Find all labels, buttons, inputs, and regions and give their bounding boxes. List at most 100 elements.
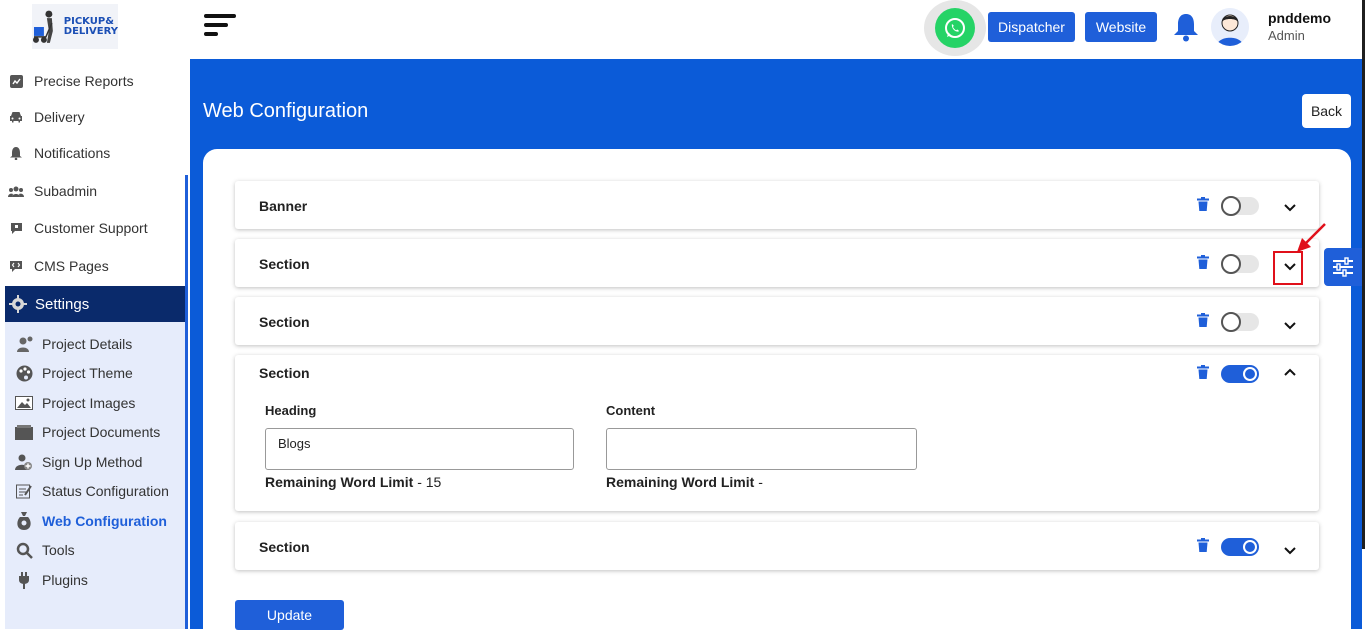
notification-bell-icon[interactable] [1173,12,1199,47]
tools-icon [15,541,33,559]
users-icon [8,183,24,199]
car-icon [8,109,24,125]
accordion-title: Section [259,314,310,330]
sidebar-item-notifications[interactable]: Notifications [0,138,185,168]
sidebar-item-label: Tools [42,542,75,558]
sidebar-item-label: Settings [35,295,90,313]
content-word-limit: Remaining Word Limit - [606,474,763,490]
accordion-banner[interactable]: Banner [235,181,1319,229]
accordion-title: Section [259,365,310,381]
update-button[interactable]: Update [235,600,344,630]
sidebar-item-label: Customer Support [34,220,148,236]
delivery-man-icon [32,10,53,43]
accordion-section-3[interactable]: Section Heading Blogs Remaining Word Lim… [235,355,1319,511]
sidebar-item-project-images[interactable]: Project Images [15,390,135,416]
gear-icon [9,295,27,313]
heading-label: Heading [265,403,317,418]
content-label: Content [606,403,656,418]
user-plus-icon [15,453,33,471]
sidebar-item-status-configuration[interactable]: Status Configuration [15,478,169,504]
chevron-down-icon[interactable] [1283,200,1297,218]
image-icon [15,394,33,412]
chevron-down-icon[interactable] [1283,543,1297,561]
sidebar-item-label: Delivery [34,109,85,125]
status-icon [15,482,33,500]
code-icon [8,258,24,274]
sidebar-item-label: Status Configuration [42,483,169,499]
accordion-section-1[interactable]: Section [235,239,1319,287]
sidebar-item-settings[interactable]: Settings [5,286,1066,322]
sidebar-item-label: Project Images [42,395,136,411]
enable-toggle[interactable] [1221,312,1259,332]
whatsapp-button[interactable] [924,0,986,56]
sidebar-item-web-configuration[interactable]: Web Configuration [15,508,167,534]
sidebar-item-precise-reports[interactable]: Precise Reports [0,66,185,96]
sidebar-item-label: Notifications [34,145,111,161]
sidebar-item-project-theme[interactable]: Project Theme [15,360,133,386]
sidebar-item-subadmin[interactable]: Subadmin [0,176,185,206]
dispatcher-button[interactable]: Dispatcher [988,12,1075,42]
chevron-down-icon[interactable] [1283,318,1297,336]
enable-toggle[interactable] [1221,254,1259,274]
accordion-section-4[interactable]: Section [235,522,1319,570]
page-title: Web Configuration [203,100,369,122]
topbar: Dispatcher Website pnddemo Admin [190,0,1365,59]
sidebar-item-label: Precise Reports [34,73,134,89]
accordion-title: Banner [259,198,308,214]
floating-settings-button[interactable] [1324,248,1362,286]
bell-icon [8,145,24,161]
logo-line1: PICKUP& [63,15,114,27]
accordion-title: Section [259,256,310,272]
sidebar-item-label: Project Theme [42,365,133,381]
heading-word-limit: Remaining Word Limit - 15 [265,474,441,490]
palette-icon [15,364,33,382]
enable-toggle[interactable] [1221,365,1259,383]
limit-value: - [754,474,763,490]
trash-icon[interactable] [1197,365,1209,384]
sidebar-item-sign-up-method[interactable]: Sign Up Method [15,449,142,475]
chat-icon [8,220,24,236]
user-gear-icon [15,335,33,353]
trash-icon[interactable] [1197,197,1209,216]
web-config-icon [15,512,33,530]
limit-label: Remaining Word Limit [265,474,414,490]
website-button[interactable]: Website [1085,12,1157,42]
chevron-up-icon[interactable] [1283,364,1297,382]
limit-label: Remaining Word Limit [606,474,755,490]
documents-icon [15,423,33,441]
back-button[interactable]: Back [1302,94,1351,128]
sidebar-item-project-documents[interactable]: Project Documents [15,419,160,445]
sidebar-item-cms-pages[interactable]: CMS Pages [0,251,185,281]
sidebar-item-label: Project Details [42,336,133,352]
sidebar-item-customer-support[interactable]: Customer Support [0,213,185,243]
brand-logo[interactable]: PICKUP& DELIVERY [32,4,118,49]
whatsapp-icon [945,18,965,38]
avatar[interactable] [1211,8,1249,46]
logo-line2: DELIVERY [63,25,118,37]
settings-submenu: Project Details Project Theme Project Im… [5,322,185,629]
trash-icon[interactable] [1197,538,1209,557]
accordion-section-2[interactable]: Section [235,297,1319,345]
sidebar-item-project-details[interactable]: Project Details [15,331,132,357]
user-avatar-icon [1211,8,1249,46]
trash-icon[interactable] [1197,313,1209,332]
sidebar-scrollbar[interactable] [185,175,188,629]
sidebar: PICKUP& DELIVERY Precise Reports Deliver… [0,0,1066,629]
limit-value: - 15 [413,474,442,490]
enable-toggle[interactable] [1221,196,1259,216]
enable-toggle[interactable] [1221,538,1259,556]
sidebar-item-label: Plugins [42,572,88,588]
sidebar-item-label: Web Configuration [42,513,167,529]
sidebar-item-tools[interactable]: Tools [15,537,75,563]
sidebar-item-plugins[interactable]: Plugins [15,567,88,593]
hamburger-menu-icon[interactable] [204,14,236,38]
plug-icon [15,571,33,589]
heading-field[interactable]: Blogs [265,428,574,470]
sliders-icon [1333,257,1353,277]
annotation-arrow-icon [1297,223,1326,252]
sidebar-item-delivery[interactable]: Delivery [0,102,185,132]
content-field[interactable] [606,428,917,470]
chart-icon [8,73,24,89]
sidebar-item-label: CMS Pages [34,258,109,274]
trash-icon[interactable] [1197,255,1209,274]
